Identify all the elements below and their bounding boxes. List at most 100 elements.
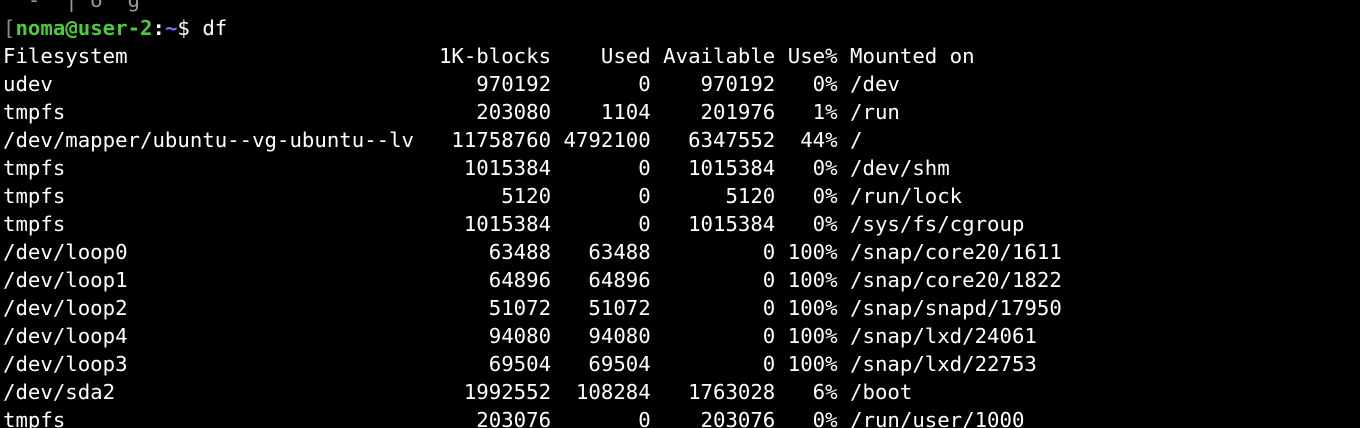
cell-use-percent: 1% — [787, 100, 838, 124]
cell-blocks: 11758760 — [438, 128, 552, 152]
df-row: tmpfs 1015384 0 1015384 0% /dev/shm — [3, 154, 1062, 182]
cell-mounted-on: /dev/shm — [850, 156, 950, 180]
cell-available: 0 — [663, 296, 776, 320]
cell-mounted-on: /snap/lxd/24061 — [850, 324, 1037, 348]
cell-available: 1015384 — [663, 212, 776, 236]
cell-use-percent: 100% — [787, 268, 838, 292]
prompt-dollar: $ — [177, 16, 203, 40]
cell-used: 4792100 — [563, 128, 651, 152]
cell-used: 63488 — [563, 240, 651, 264]
cell-used: 51072 — [563, 296, 651, 320]
cell-available: 1763028 — [663, 380, 776, 404]
cell-available: 1015384 — [663, 156, 776, 180]
cell-available: 970192 — [663, 72, 776, 96]
df-row: /dev/loop2 51072 51072 0 100% /snap/snap… — [3, 294, 1062, 322]
scrolled-text: - | o g — [3, 0, 141, 12]
prompt-colon: : — [152, 16, 165, 40]
cell-used: 0 — [563, 212, 651, 236]
cell-blocks: 1015384 — [438, 212, 552, 236]
cell-filesystem: /dev/loop1 — [3, 268, 439, 292]
cell-blocks: 5120 — [438, 184, 552, 208]
cell-mounted-on: /run/lock — [850, 184, 963, 208]
cell-blocks: 51072 — [438, 296, 552, 320]
cell-use-percent: 100% — [787, 324, 838, 348]
cell-blocks: 1992552 — [438, 380, 552, 404]
header-blocks: 1K-blocks — [438, 44, 552, 68]
cell-used: 0 — [563, 184, 651, 208]
header-used: Used — [563, 44, 651, 68]
cell-used: 94080 — [563, 324, 651, 348]
cell-available: 5120 — [663, 184, 776, 208]
cell-use-percent: 100% — [787, 240, 838, 264]
df-row: udev 970192 0 970192 0% /dev — [3, 70, 1062, 98]
cell-use-percent: 100% — [787, 296, 838, 320]
df-row: tmpfs 203080 1104 201976 1% /run — [3, 98, 1062, 126]
cell-filesystem: /dev/loop3 — [3, 352, 439, 376]
cell-use-percent: 0% — [787, 212, 838, 236]
cell-used: 0 — [563, 408, 651, 428]
cell-used: 0 — [563, 72, 651, 96]
cell-available: 201976 — [663, 100, 776, 124]
cell-available: 0 — [663, 352, 776, 376]
cell-used: 1104 — [563, 100, 651, 124]
df-row: /dev/sda2 1992552 108284 1763028 6% /boo… — [3, 378, 1062, 406]
cell-mounted-on: /run/user/1000 — [850, 408, 1025, 428]
cell-blocks: 69504 — [438, 352, 552, 376]
cell-use-percent: 0% — [787, 156, 838, 180]
df-row: /dev/loop0 63488 63488 0 100% /snap/core… — [3, 238, 1062, 266]
cell-mounted-on: /snap/core20/1822 — [850, 268, 1062, 292]
scrolled-line-fragment: - | o g — [3, 0, 1062, 14]
cell-blocks: 970192 — [438, 72, 552, 96]
cell-mounted-on: /dev — [850, 72, 900, 96]
cell-available: 0 — [663, 240, 776, 264]
terminal-window[interactable]: - | o g [noma@user-2:~$ df Filesystem 1K… — [0, 0, 1360, 428]
cell-used: 108284 — [563, 380, 651, 404]
cell-mounted-on: /run — [850, 100, 900, 124]
df-row: /dev/mapper/ubuntu--vg-ubuntu--lv 117587… — [3, 126, 1062, 154]
cell-use-percent: 0% — [787, 72, 838, 96]
cell-filesystem: tmpfs — [3, 408, 439, 428]
cell-filesystem: /dev/loop0 — [3, 240, 439, 264]
cell-mounted-on: /snap/lxd/22753 — [850, 352, 1037, 376]
cell-filesystem: /dev/loop2 — [3, 296, 439, 320]
cell-mounted-on: /boot — [850, 380, 913, 404]
cell-available: 6347552 — [663, 128, 776, 152]
cell-filesystem: tmpfs — [3, 184, 439, 208]
cell-blocks: 94080 — [438, 324, 552, 348]
cell-use-percent: 0% — [787, 184, 838, 208]
cell-used: 0 — [563, 156, 651, 180]
df-row: tmpfs 5120 0 5120 0% /run/lock — [3, 182, 1062, 210]
cell-available: 0 — [663, 268, 776, 292]
cell-available: 0 — [663, 324, 776, 348]
cell-blocks: 203080 — [438, 100, 552, 124]
cell-mounted-on: / — [850, 128, 863, 152]
df-rows: udev 970192 0 970192 0% /dev tmpfs 203080… — [3, 70, 1062, 428]
df-row: tmpfs 203076 0 203076 0% /run/user/1000 — [3, 406, 1062, 428]
cell-used: 64896 — [563, 268, 651, 292]
prompt-bracket: [ — [3, 16, 16, 40]
header-available: Available — [663, 44, 776, 68]
prompt-directory: ~ — [164, 16, 178, 40]
cell-use-percent: 100% — [787, 352, 838, 376]
header-filesystem: Filesystem — [3, 44, 439, 68]
cell-filesystem: /dev/mapper/ubuntu--vg-ubuntu--lv — [3, 128, 439, 152]
df-row: tmpfs 1015384 0 1015384 0% /sys/fs/cgrou… — [3, 210, 1062, 238]
prompt-line: [noma@user-2:~$ df — [3, 14, 1062, 42]
header-use-percent: Use% — [787, 44, 838, 68]
df-row: /dev/loop1 64896 64896 0 100% /snap/core… — [3, 266, 1062, 294]
cell-filesystem: tmpfs — [3, 156, 439, 180]
prompt-command: df — [202, 16, 228, 40]
cell-blocks: 1015384 — [438, 156, 552, 180]
cell-mounted-on: /sys/fs/cgroup — [850, 212, 1025, 236]
cell-filesystem: /dev/sda2 — [3, 380, 439, 404]
header-mounted-on: Mounted on — [850, 44, 975, 68]
cell-mounted-on: /snap/snapd/17950 — [850, 296, 1062, 320]
cell-use-percent: 6% — [787, 380, 838, 404]
terminal-output: - | o g [noma@user-2:~$ df Filesystem 1K… — [3, 0, 1062, 428]
cell-mounted-on: /snap/core20/1611 — [850, 240, 1062, 264]
df-row: /dev/loop3 69504 69504 0 100% /snap/lxd/… — [3, 350, 1062, 378]
cell-use-percent: 0% — [787, 408, 838, 428]
cell-use-percent: 44% — [787, 128, 838, 152]
cell-filesystem: /dev/loop4 — [3, 324, 439, 348]
cell-used: 69504 — [563, 352, 651, 376]
